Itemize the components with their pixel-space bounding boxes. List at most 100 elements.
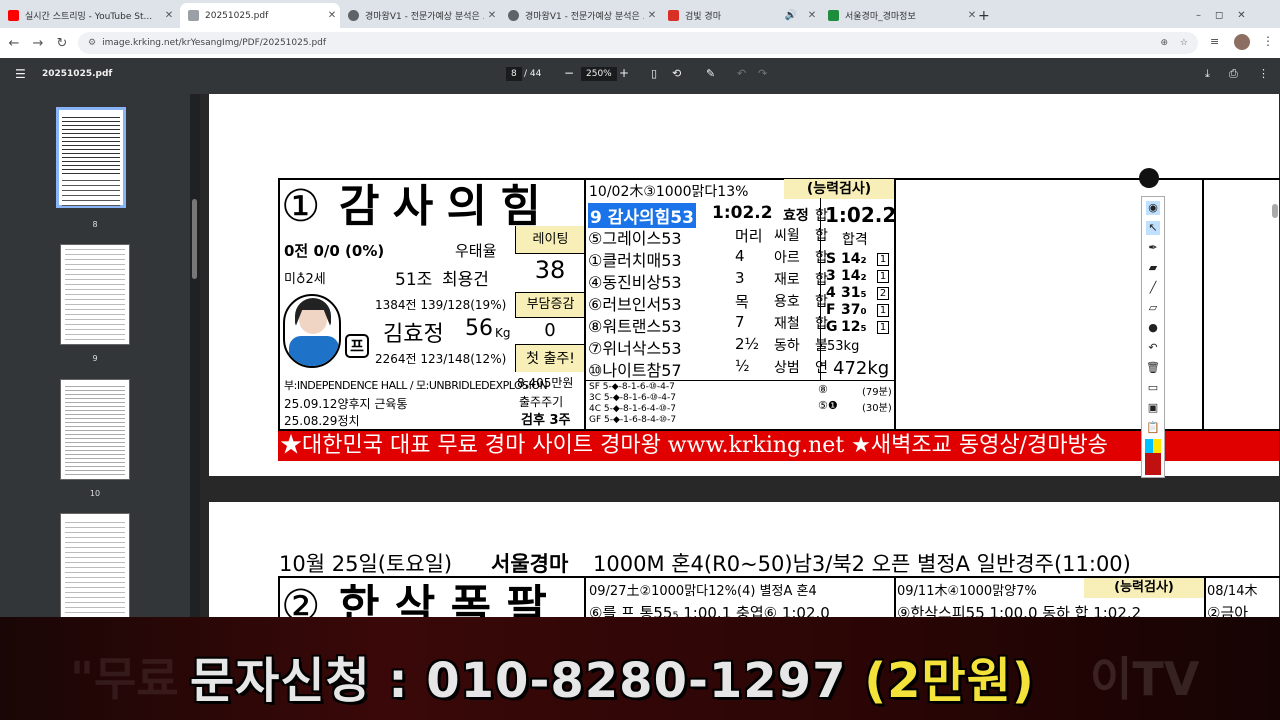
youtube-icon <box>8 10 19 21</box>
menu-icon[interactable]: ⋮ <box>1262 34 1274 48</box>
result-jockey: 용호 <box>774 294 800 310</box>
result-name: ⑤그레이스53 <box>588 229 682 248</box>
pdf-viewer: ① 감 사 의 힘 0전 0/0 (0%) 우태율 레이팅 38 미♁2세 51… <box>200 94 1280 617</box>
result-jockey: 씨윌 <box>774 228 800 244</box>
camera-icon[interactable]: ▣ <box>1146 401 1160 415</box>
tab-krking-1[interactable]: 경마왕V1 - 전문가예상 분석은 ... ✕ <box>340 3 500 28</box>
result-jockey: 아르 <box>774 250 800 266</box>
result-name: ①클러치매53 <box>588 251 682 270</box>
color-swatch-icon[interactable] <box>1145 453 1161 475</box>
dot-icon[interactable]: ● <box>1146 321 1160 335</box>
close-icon[interactable]: ✕ <box>644 10 660 21</box>
result-jockey: 상범 <box>774 360 800 376</box>
jockey-weight: 56 <box>465 316 493 341</box>
back-icon[interactable]: ← <box>2 36 26 51</box>
window-controls[interactable]: –◻✕ <box>1196 3 1276 28</box>
screen-icon[interactable]: ▭ <box>1146 381 1160 395</box>
result-name: ⑥러브인서53 <box>588 295 682 314</box>
line-icon[interactable]: ╱ <box>1146 281 1160 295</box>
undo-icon[interactable]: ↶ <box>1146 341 1160 355</box>
result-jockey: 재철 <box>774 316 800 332</box>
jockey-name: 김효정 <box>383 322 444 347</box>
annotation-toolbar: ◉ ↖ ✒ ▰ ╱ ▱ ● ↶ 🗑 ▭ ▣ 📋 <box>1141 196 1165 478</box>
rotate-icon[interactable]: ⟲ <box>672 67 681 80</box>
fit-page-icon[interactable]: ▯ <box>651 67 657 80</box>
highlighter-icon[interactable]: ▰ <box>1146 261 1160 275</box>
reading-list-icon[interactable]: ≡ <box>1210 35 1219 48</box>
clipboard-icon[interactable]: 📋 <box>1146 421 1160 435</box>
thumbnail-label: 10 <box>89 489 101 498</box>
new-tab-button[interactable]: + <box>978 3 998 28</box>
undo-icon[interactable]: ↶ <box>737 67 746 80</box>
download-icon[interactable]: ⤓ <box>1205 67 1210 81</box>
close-icon[interactable]: ✕ <box>324 10 340 21</box>
winner-time: 1:02.2 <box>712 203 773 223</box>
tab-krking-2[interactable]: 경마왕V1 - 전문가예상 분석은 ... ✕ <box>500 3 660 28</box>
thumbnail-page-8[interactable] <box>56 107 126 208</box>
career-record: 0전 0/0 (0%) <box>284 242 385 260</box>
hamburger-icon[interactable]: ☰ <box>15 67 26 81</box>
page-number-input[interactable]: 8 <box>506 67 522 81</box>
zoom-out-button[interactable]: − <box>564 66 574 80</box>
cursor-icon[interactable]: ↖ <box>1146 221 1160 235</box>
thumbnail-page-9[interactable] <box>60 244 130 345</box>
thumbnail-page-11[interactable] <box>60 513 130 617</box>
sectional-rank: 1 <box>877 270 889 283</box>
speaker-icon[interactable]: 🔊 <box>778 10 804 21</box>
redo-icon[interactable]: ↷ <box>758 67 767 80</box>
trainer-group: 51조 <box>395 270 433 290</box>
empty-race-block <box>1202 178 1280 431</box>
sectional-key: 4 <box>826 285 836 301</box>
eraser-icon[interactable]: ▱ <box>1146 301 1160 315</box>
sectional-value: 14₂ <box>841 268 867 284</box>
close-icon[interactable]: ✕ <box>804 10 820 21</box>
tab-seoul-race[interactable]: 서울경마_경마정보 ✕ <box>820 3 980 28</box>
trash-icon[interactable]: 🗑 <box>1146 361 1160 375</box>
url-text: image.krking.net/krYesangImg/PDF/2025102… <box>102 38 327 48</box>
first-start-badge: 첫 출주! <box>515 344 585 372</box>
viewer-scrollbar[interactable] <box>1272 204 1278 218</box>
horse-name: 감 사 의 힘 <box>339 181 541 232</box>
reload-icon[interactable]: ↻ <box>50 36 74 51</box>
tab-gumbit[interactable]: 검빛 경마 🔊 ✕ <box>660 3 820 28</box>
more-icon[interactable]: ⋮ <box>1258 67 1269 80</box>
star-icon[interactable]: ☆ <box>1180 38 1188 48</box>
result-margin: 목 <box>735 293 749 311</box>
close-icon[interactable]: ✕ <box>484 10 500 21</box>
pdf-toolbar: ☰ 20251025.pdf 8 / 44 − 250% + ▯ ⟲ ✎ ↶ ↷… <box>0 58 1280 94</box>
pedigree: 부:INDEPENDENCE HALL / 모:UNBRIDLEDEXPLOSI… <box>284 379 548 392</box>
race-header: 09/27土②1000맑다12%(4) 별정A 혼4 <box>589 584 817 599</box>
tab-title: 실시간 스트리밍 - YouTube St... <box>25 12 153 22</box>
burden-value: 0 <box>544 320 556 341</box>
body-weight: 472kg <box>833 358 890 379</box>
avatar[interactable] <box>1234 34 1250 50</box>
print-icon[interactable]: ⎙ <box>1229 67 1238 81</box>
cycle-value: 검후 3주 <box>521 413 571 428</box>
sidebar-scrollbar[interactable] <box>190 94 200 617</box>
zoom-icon[interactable]: ⊕ <box>1160 38 1168 48</box>
color-swatch-icon[interactable] <box>1145 439 1161 453</box>
pen-icon[interactable]: ✒ <box>1146 241 1160 255</box>
rating-label: 레이팅 <box>515 226 585 254</box>
tab-youtube[interactable]: 실시간 스트리밍 - YouTube St... ✕ <box>0 3 177 28</box>
zoom-input[interactable]: 250% <box>581 67 617 81</box>
zoom-in-button[interactable]: + <box>619 66 629 80</box>
sectional-key: F <box>826 302 836 318</box>
race-header: 10/02木③1000맑다13% <box>589 184 749 200</box>
forward-icon[interactable]: → <box>26 36 50 51</box>
close-icon[interactable]: ✕ <box>161 10 177 21</box>
eye-icon[interactable]: ◉ <box>1146 201 1160 215</box>
summary-time: 1:02.2 <box>825 203 897 227</box>
thumbnail-page-10[interactable] <box>60 379 130 480</box>
site-icon <box>828 10 839 21</box>
url-field[interactable]: ⚙ image.krking.net/krYesangImg/PDF/20251… <box>78 32 1198 54</box>
thumbnail-label: 9 <box>92 354 98 363</box>
pace-right: (79분) <box>862 387 892 398</box>
tab-title: 검빛 경마 <box>685 12 721 22</box>
race-type: (능력검사) <box>784 179 894 199</box>
annotate-icon[interactable]: ✎ <box>706 67 715 80</box>
site-info-icon[interactable]: ⚙ <box>88 38 96 48</box>
pace-right: ⑤❶ <box>818 399 838 412</box>
result-margin: 4 <box>735 247 745 265</box>
tab-pdf[interactable]: 20251025.pdf ✕ <box>180 3 340 28</box>
